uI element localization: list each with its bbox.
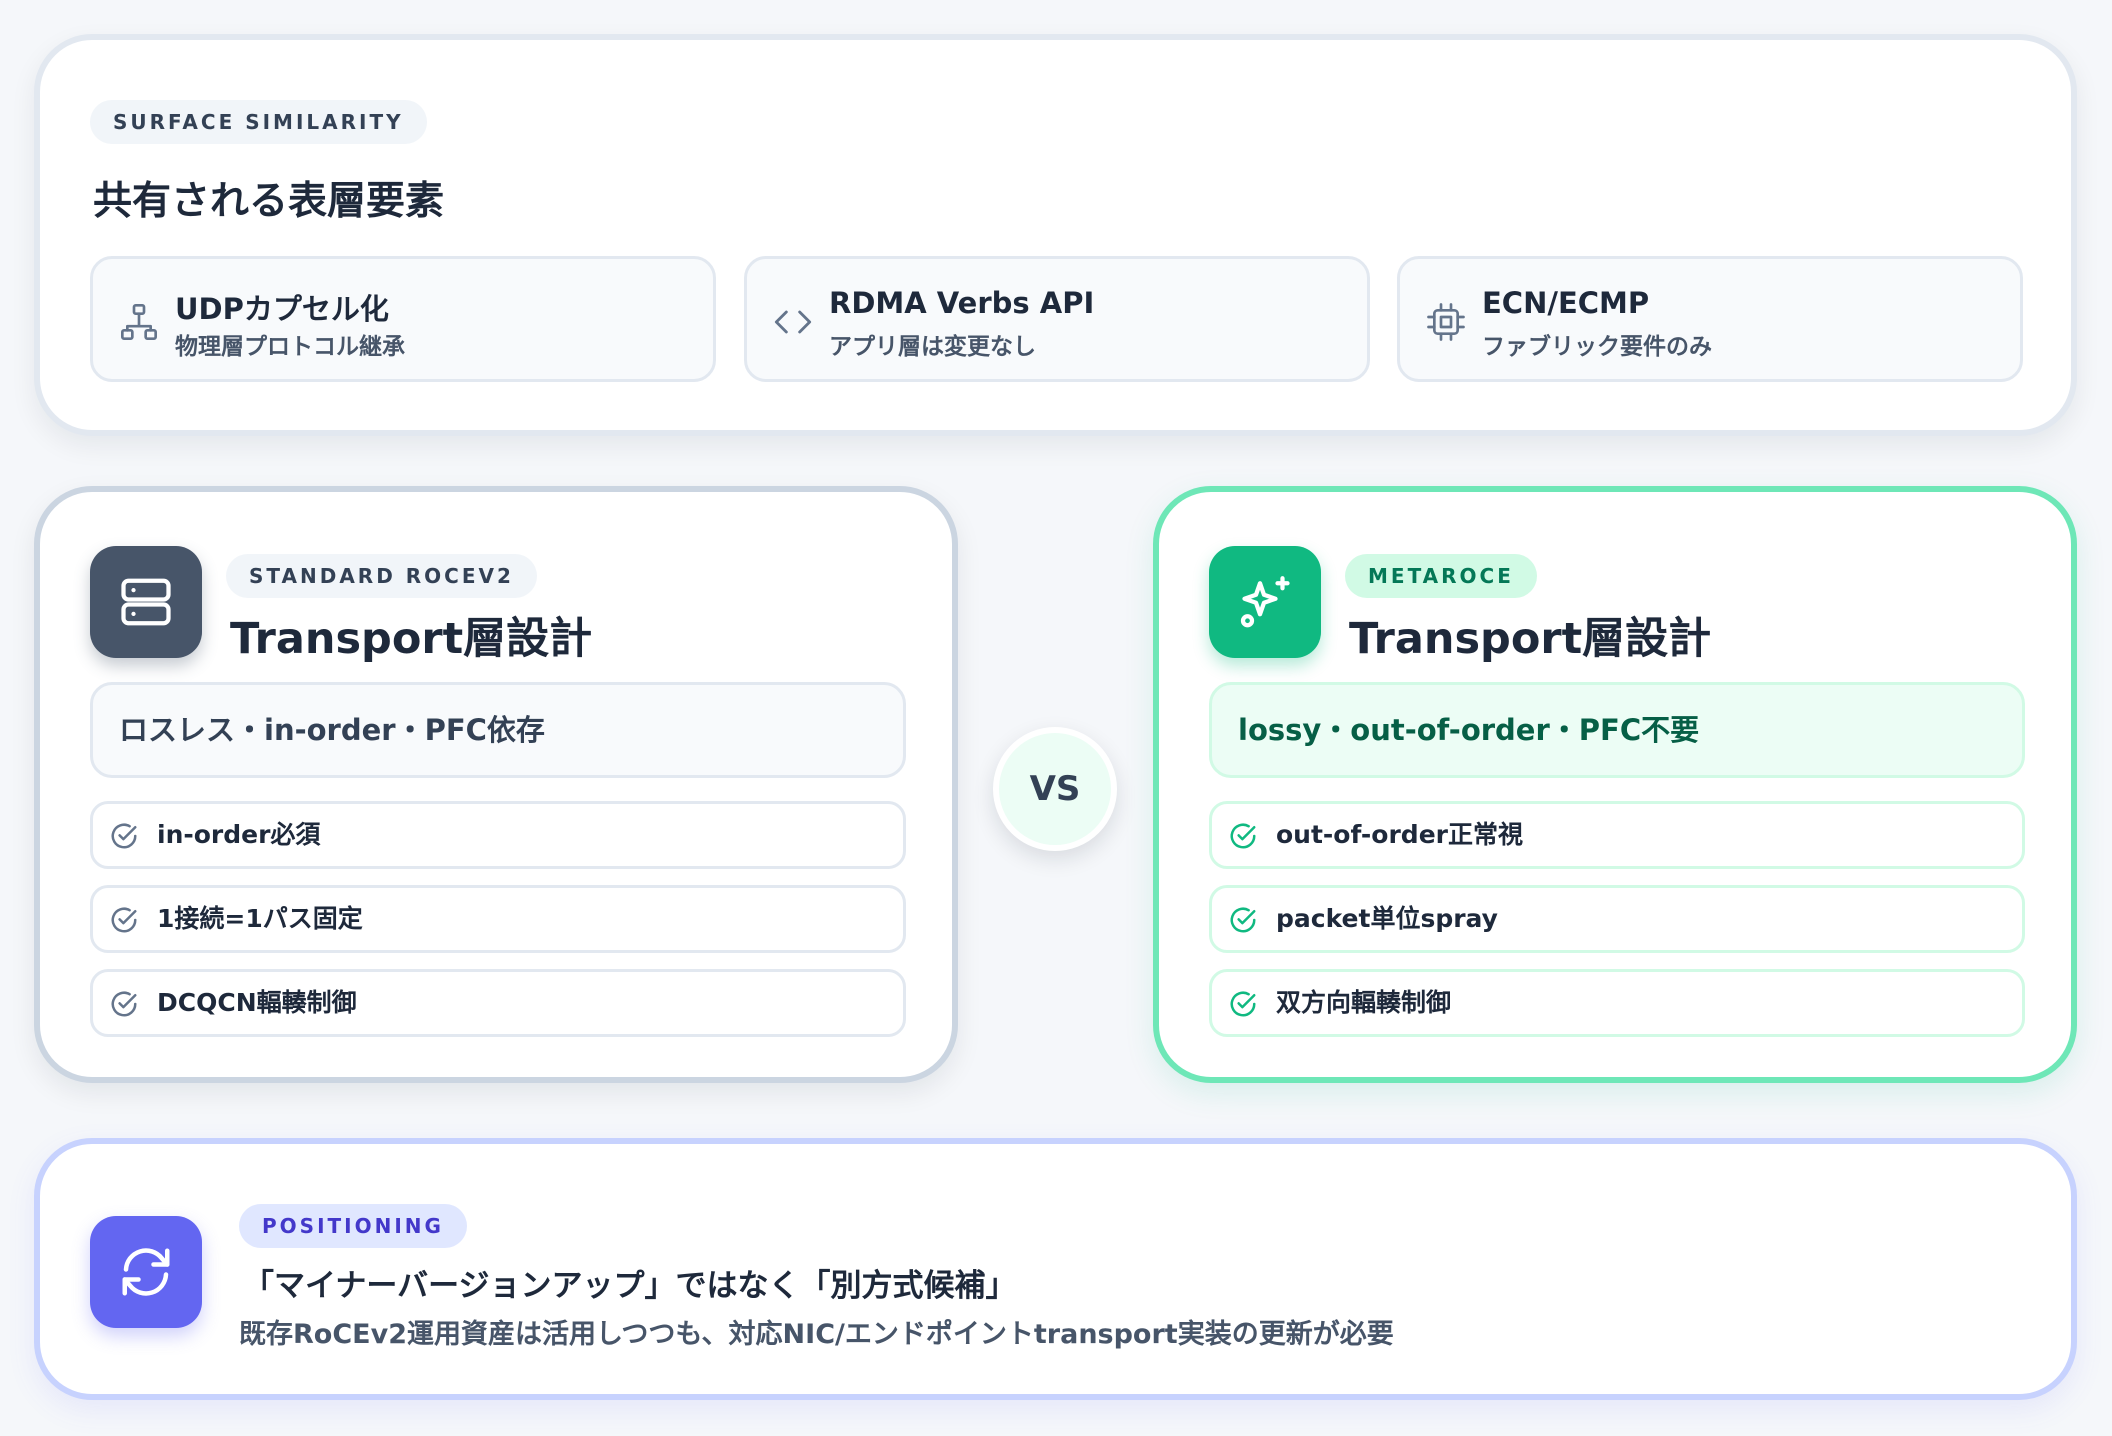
feature-subtitle: 物理層プロトコル継承 <box>175 334 405 360</box>
surface-similarity-title: 共有される表層要素 <box>93 179 445 224</box>
surface-similarity-tag: SURFACE SIMILARITY <box>90 100 427 144</box>
vs-badge: VS <box>993 727 1117 851</box>
metaroce-item-label: 双方向輻輳制御 <box>1276 988 1452 1017</box>
feature-title: ECN/ECMP <box>1482 286 1650 320</box>
positioning-description: 既存RoCEv2運用資産は活用しつつも、対応NIC/エンドポイントtranspo… <box>239 1319 1394 1350</box>
metaroce-card: METAROCE Transport層設計 lossy・out-of-order… <box>1153 486 2077 1083</box>
positioning-icon-tile <box>90 1216 202 1328</box>
feature-title: UDPカプセル化 <box>175 292 389 326</box>
positioning-tag: POSITIONING <box>239 1204 467 1248</box>
metaroce-item: packet単位spray <box>1209 885 2025 953</box>
metaroce-item-label: out-of-order正常視 <box>1276 820 1523 849</box>
sparkles-icon <box>1240 576 1290 628</box>
standard-item: 1接続=1パス固定 <box>90 885 906 953</box>
standard-title: Transport層設計 <box>230 614 593 664</box>
check-circle-icon <box>1230 991 1256 1017</box>
standard-icon-tile <box>90 546 202 658</box>
feature-subtitle: ファブリック要件のみ <box>1482 334 1712 360</box>
standard-item: DCQCN輻輳制御 <box>90 969 906 1037</box>
metaroce-item: out-of-order正常視 <box>1209 801 2025 869</box>
metaroce-item: 双方向輻輳制御 <box>1209 969 2025 1037</box>
metaroce-summary: lossy・out-of-order・PFC不要 <box>1209 682 2025 778</box>
metaroce-item-label: packet単位spray <box>1276 904 1498 933</box>
feature-subtitle: アプリ層は変更なし <box>829 334 1036 360</box>
feature-title: RDMA Verbs API <box>829 286 1095 320</box>
feature-rdma-verbs-api: RDMA Verbs API アプリ層は変更なし <box>744 256 1370 382</box>
standard-tag: STANDARD ROCEV2 <box>226 554 537 598</box>
check-circle-icon <box>111 991 137 1017</box>
positioning-title: 「マイナーバージョンアップ」ではなく「別方式候補」 <box>243 1268 1017 1304</box>
standard-summary: ロスレス・in-order・PFC依存 <box>90 682 906 778</box>
metaroce-icon-tile <box>1209 546 1321 658</box>
feature-ecn-ecmp: ECN/ECMP ファブリック要件のみ <box>1397 256 2023 382</box>
feature-udp-encapsulation: UDPカプセル化 物理層プロトコル継承 <box>90 256 716 382</box>
metaroce-title: Transport層設計 <box>1349 614 1712 664</box>
code-icon <box>774 310 812 334</box>
positioning-card: POSITIONING 「マイナーバージョンアップ」ではなく「別方式候補」 既存… <box>34 1138 2077 1400</box>
check-circle-icon <box>1230 907 1256 933</box>
standard-rocev2-card: STANDARD ROCEV2 Transport層設計 ロスレス・in-ord… <box>34 486 958 1083</box>
refresh-icon <box>122 1248 170 1296</box>
standard-item-label: in-order必須 <box>157 820 321 849</box>
check-circle-icon <box>111 823 137 849</box>
network-icon <box>121 304 157 340</box>
metaroce-tag: METAROCE <box>1345 554 1537 598</box>
check-circle-icon <box>111 907 137 933</box>
chip-icon <box>1427 303 1465 341</box>
standard-item-label: 1接続=1パス固定 <box>157 904 363 933</box>
standard-item: in-order必須 <box>90 801 906 869</box>
surface-similarity-card: SURFACE SIMILARITY 共有される表層要素 UDPカプセル化 物理… <box>34 34 2077 436</box>
standard-item-label: DCQCN輻輳制御 <box>157 988 357 1017</box>
check-circle-icon <box>1230 823 1256 849</box>
server-icon <box>121 578 171 626</box>
